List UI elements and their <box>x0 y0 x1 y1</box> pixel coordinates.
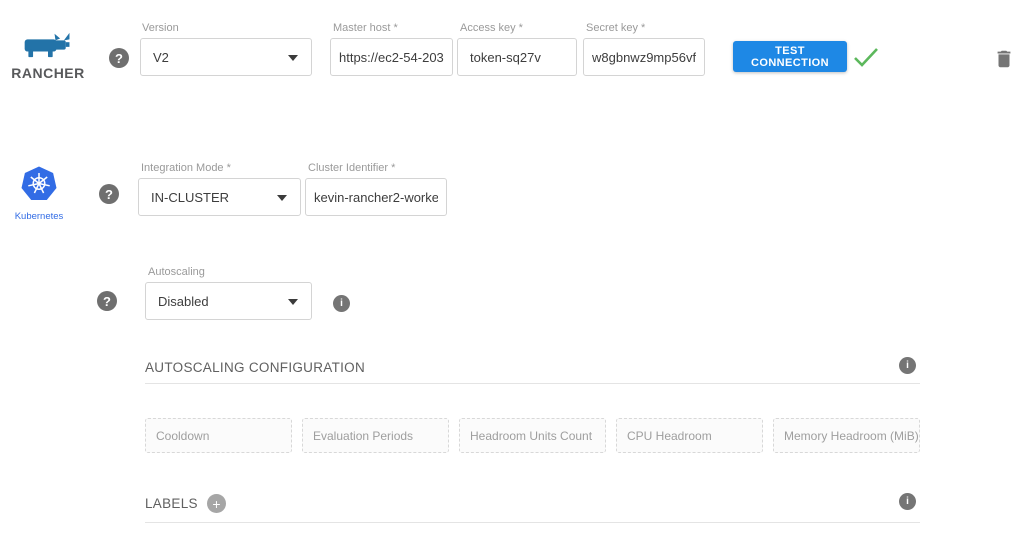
kubernetes-logo-text: Kubernetes <box>8 211 70 222</box>
autoscaling-info-icon[interactable]: i <box>333 295 350 312</box>
secret-key-input[interactable]: w8gbnwz9mp56vf2 <box>583 38 705 76</box>
autoscaling-config-info-icon[interactable]: i <box>899 357 916 374</box>
chevron-down-icon <box>288 55 298 61</box>
autoscaling-select[interactable]: Disabled <box>145 282 312 320</box>
labels-divider <box>145 522 920 523</box>
integration-mode-select[interactable]: IN-CLUSTER <box>138 178 301 216</box>
delete-trash-icon[interactable] <box>993 46 1015 72</box>
autoscaling-config-divider <box>145 383 920 384</box>
secret-key-value: w8gbnwz9mp56vf2 <box>592 50 696 65</box>
rancher-bull-icon <box>22 31 74 59</box>
rancher-help-icon[interactable]: ? <box>109 48 129 68</box>
access-key-label: Access key * <box>460 22 523 34</box>
memory-headroom-field: Memory Headroom (MiB) <box>773 418 920 453</box>
cpu-headroom-field: CPU Headroom <box>616 418 763 453</box>
version-value: V2 <box>149 50 169 65</box>
version-select[interactable]: V2 <box>140 38 312 76</box>
kubernetes-logo: Kubernetes <box>8 166 70 222</box>
cluster-identifier-label: Cluster Identifier * <box>308 162 395 174</box>
integration-mode-value: IN-CLUSTER <box>147 190 229 205</box>
autoscaling-help-icon[interactable]: ? <box>97 291 117 311</box>
test-connection-button[interactable]: TEST CONNECTION <box>733 41 847 72</box>
integration-mode-label: Integration Mode * <box>141 162 231 174</box>
add-label-button[interactable]: + <box>207 494 226 513</box>
kubernetes-helm-icon <box>20 166 58 204</box>
kubernetes-help-icon[interactable]: ? <box>99 184 119 204</box>
labels-info-icon[interactable]: i <box>899 493 916 510</box>
headroom-units-count-field: Headroom Units Count <box>459 418 606 453</box>
master-host-value: https://ec2-54-203-6 <box>339 50 444 65</box>
master-host-input[interactable]: https://ec2-54-203-6 <box>330 38 453 76</box>
secret-key-label: Secret key * <box>586 22 645 34</box>
rancher-logo: RANCHER <box>10 31 86 81</box>
version-label: Version <box>142 22 179 34</box>
cluster-identifier-input[interactable]: kevin-rancher2-workers <box>305 178 447 216</box>
chevron-down-icon <box>277 195 287 201</box>
evaluation-periods-field: Evaluation Periods <box>302 418 449 453</box>
chevron-down-icon <box>288 299 298 305</box>
autoscaling-label: Autoscaling <box>148 266 205 278</box>
master-host-label: Master host * <box>333 22 398 34</box>
autoscaling-config-header: AUTOSCALING CONFIGURATION <box>145 360 365 375</box>
rancher-logo-text: RANCHER <box>10 65 86 81</box>
labels-header: LABELS <box>145 496 198 511</box>
cluster-identifier-value: kevin-rancher2-workers <box>314 190 438 205</box>
autoscaling-value: Disabled <box>154 294 209 309</box>
cooldown-field: Cooldown <box>145 418 292 453</box>
integration-settings-page: RANCHER ? Version V2 Master host * https… <box>0 0 1024 550</box>
access-key-value: token-sq27v <box>466 50 541 65</box>
access-key-input[interactable]: token-sq27v <box>457 38 577 76</box>
connection-success-check-icon <box>853 46 879 68</box>
